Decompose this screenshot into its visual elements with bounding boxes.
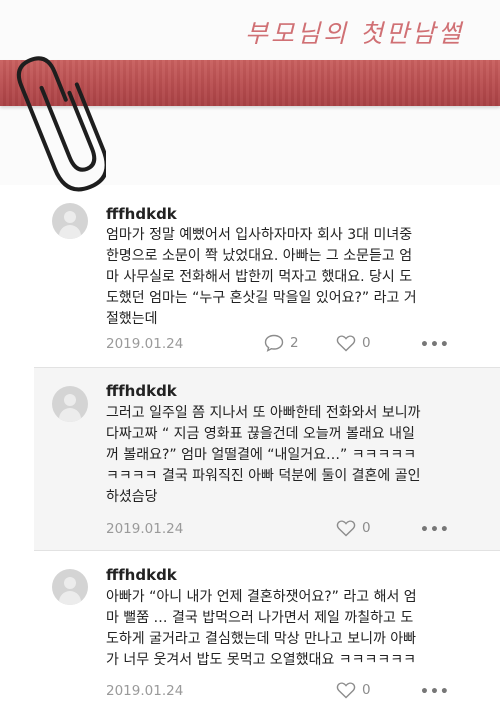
like-count: 0 <box>362 520 371 536</box>
comment-count: 2 <box>290 335 299 351</box>
like-count: 0 <box>362 335 371 351</box>
heart-icon <box>336 520 356 537</box>
comment-post: fffhdkdk 엄마가 정말 예뻤어서 입사하자마자 회사 3대 미녀중 한명… <box>34 185 500 367</box>
post-text: 엄마가 정말 예뻤어서 입사하자마자 회사 3대 미녀중 한명으로 소문이 쫙 … <box>106 227 417 327</box>
header-banner: 부모님의 첫만남썰 <box>0 0 500 192</box>
username[interactable]: fffhdkdk <box>106 382 177 400</box>
comment-post: fffhdkdk 아빠가 “아니 내가 언제 결혼하잿어요?” 라고 해서 엄 … <box>34 551 500 711</box>
avatar[interactable] <box>52 386 88 422</box>
like-count: 0 <box>362 682 371 698</box>
more-options-button[interactable]: ••• <box>420 684 450 700</box>
post-date: 2019.01.24 <box>106 683 184 699</box>
avatar[interactable] <box>52 569 88 605</box>
comment-button[interactable]: 2 <box>264 334 299 352</box>
page-title: 부모님의 첫만남썰 <box>245 19 464 48</box>
avatar[interactable] <box>52 203 88 239</box>
username[interactable]: fffhdkdk <box>106 566 177 584</box>
more-options-button[interactable]: ••• <box>420 522 450 538</box>
more-options-button[interactable]: ••• <box>420 337 450 353</box>
heart-icon <box>336 682 356 699</box>
like-button[interactable]: 0 <box>336 519 371 537</box>
heart-icon <box>336 335 356 352</box>
speech-bubble-icon <box>264 334 284 352</box>
like-button[interactable]: 0 <box>336 334 371 352</box>
post-date: 2019.01.24 <box>106 336 184 352</box>
comment-post: fffhdkdk 그러고 일주일 쯤 지나서 또 아빠한테 전화와서 보니까 다… <box>34 368 500 550</box>
like-button[interactable]: 0 <box>336 681 371 699</box>
paperclip-icon <box>16 56 106 192</box>
post-text: 아빠가 “아니 내가 언제 결혼하잿어요?” 라고 해서 엄 마 뻘쭘 … 결국… <box>106 589 417 668</box>
post-date: 2019.01.24 <box>106 521 184 537</box>
username[interactable]: fffhdkdk <box>106 205 177 223</box>
post-text: 그러고 일주일 쯤 지나서 또 아빠한테 전화와서 보니까 다짜고짜 “ 지금 … <box>106 405 421 505</box>
